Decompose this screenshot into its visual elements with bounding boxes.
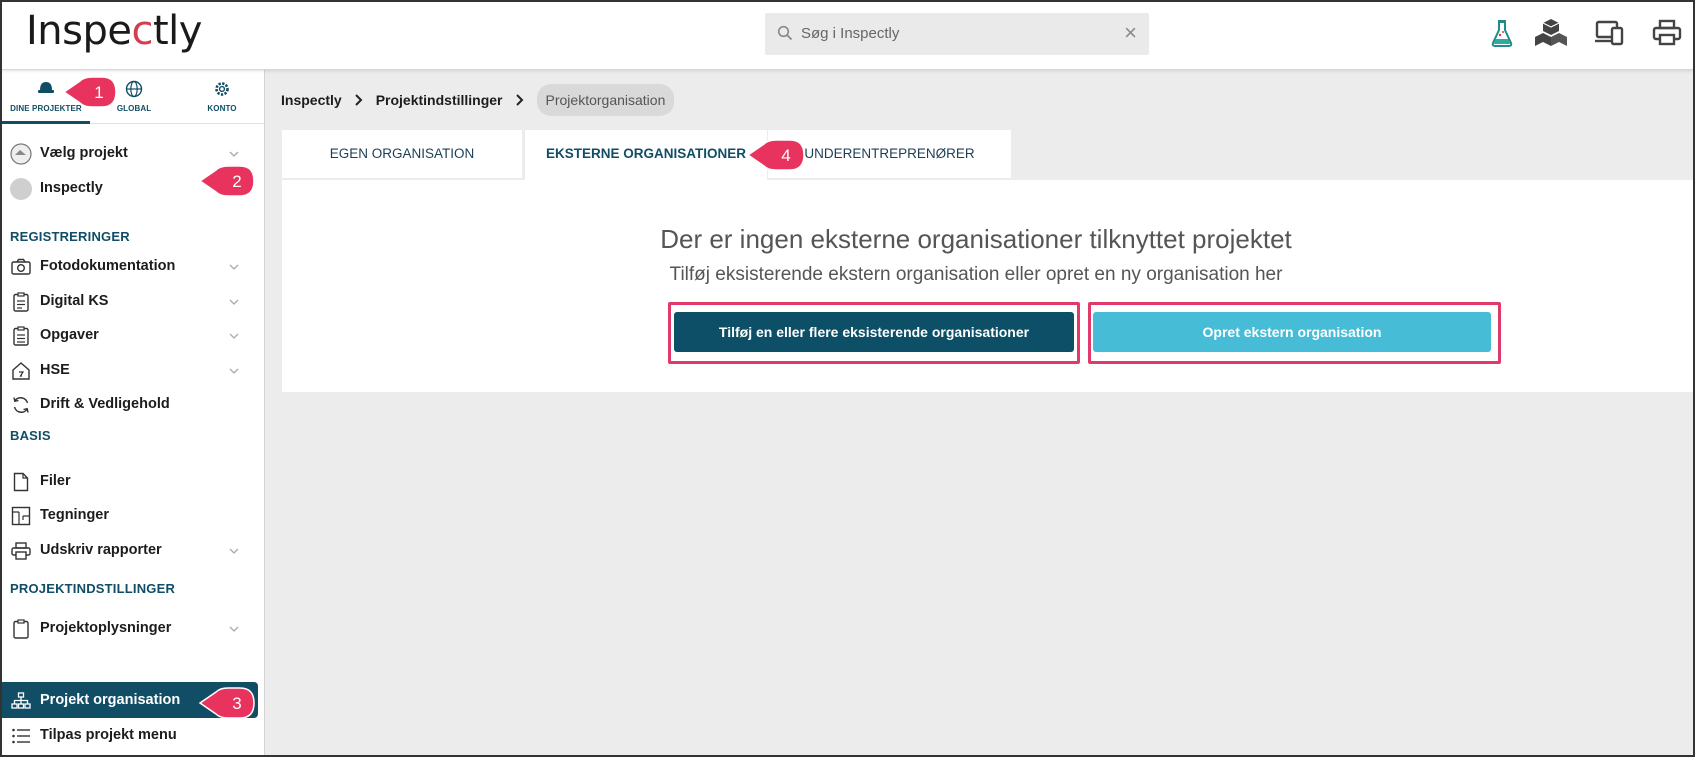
top-bar: Inspectly Søg i Inspectly × xyxy=(2,2,1693,70)
highlight-box xyxy=(1088,302,1501,364)
list-icon xyxy=(12,728,30,744)
breadcrumb: Inspectly Projektindstillinger Projektor… xyxy=(281,84,675,116)
file-icon xyxy=(13,472,29,492)
chevron-right-icon xyxy=(515,94,523,106)
chevron-right-icon xyxy=(354,94,363,106)
house-icon xyxy=(12,362,30,380)
chevron-down-icon xyxy=(229,333,239,339)
org-chart-icon xyxy=(11,692,31,709)
chevron-down-icon xyxy=(229,264,239,270)
printer-icon xyxy=(11,542,31,560)
section-basis: BASIS xyxy=(10,428,51,443)
chevron-down-icon xyxy=(229,626,239,632)
clear-icon[interactable]: × xyxy=(1124,22,1137,44)
boxes-icon[interactable] xyxy=(1534,16,1568,50)
tab-eksterne-organisationer[interactable]: EKSTERNE ORGANISATIONER xyxy=(525,130,767,181)
sidebar-item-tilpas-projekt-menu[interactable]: Tilpas projekt menu xyxy=(2,717,258,753)
sidebar-item-hse[interactable]: HSE xyxy=(2,352,258,388)
globe-icon xyxy=(125,80,143,98)
project-select-icon xyxy=(10,143,32,165)
search-box[interactable]: Søg i Inspectly × xyxy=(765,13,1149,55)
sidebar-item-projektoplysninger[interactable]: Projektoplysninger xyxy=(2,610,258,646)
search-icon xyxy=(777,25,793,41)
chevron-down-icon xyxy=(229,299,239,305)
helmet-icon xyxy=(38,82,54,93)
sidebar-item-drift-vedligehold[interactable]: Drift & Vedligehold xyxy=(2,386,258,422)
empty-state-subtitle: Tilføj eksisterende ekstern organisation… xyxy=(669,264,1283,285)
devices-icon[interactable] xyxy=(1593,16,1627,50)
callout-3: 3 xyxy=(198,687,255,719)
svg-text:3: 3 xyxy=(232,694,241,713)
flask-icon[interactable] xyxy=(1485,16,1519,50)
callout-2: 2 xyxy=(198,165,255,197)
empty-state-title: Der er ingen eksterne organisationer til… xyxy=(660,224,1292,254)
breadcrumb-inspectly[interactable]: Inspectly xyxy=(281,92,342,108)
section-projektindstillinger: PROJEKTINDSTILLINGER xyxy=(10,581,176,596)
app-logo[interactable]: Inspectly xyxy=(26,8,202,54)
clipboard-icon xyxy=(13,619,29,639)
callout-4: 4 xyxy=(746,139,805,171)
sidebar-item-udskriv-rapporter[interactable]: Udskriv rapporter xyxy=(2,532,258,568)
sidebar-item-opgaver[interactable]: Opgaver xyxy=(2,317,258,353)
breadcrumb-current: Projektorganisation xyxy=(536,84,675,116)
sidebar-item-fotodokumentation[interactable]: Fotodokumentation xyxy=(2,248,258,284)
avatar xyxy=(10,178,32,200)
printer-icon[interactable] xyxy=(1650,16,1684,50)
checklist-icon xyxy=(13,292,29,312)
highlight-box xyxy=(668,302,1080,364)
breadcrumb-projektindstillinger[interactable]: Projektindstillinger xyxy=(376,92,503,108)
sidebar-item-tegninger[interactable]: Tegninger xyxy=(2,497,258,533)
tab-egen-organisation[interactable]: EGEN ORGANISATION xyxy=(282,130,522,178)
svg-text:1: 1 xyxy=(94,83,103,102)
chevron-down-icon xyxy=(229,548,239,554)
drawing-icon xyxy=(11,506,31,526)
search-placeholder[interactable]: Søg i Inspectly xyxy=(801,25,899,42)
chevron-down-icon xyxy=(229,151,239,157)
camera-icon xyxy=(11,258,31,275)
callout-1: 1 xyxy=(62,76,117,108)
refresh-icon xyxy=(13,397,29,413)
sidebar-item-digital-ks[interactable]: Digital KS xyxy=(2,283,258,319)
sidebar-item-filer[interactable]: Filer xyxy=(2,463,258,499)
sidebar-tabs: DINE PROJEKTER GLOBAL KONTO xyxy=(2,70,264,124)
section-registreringer: REGISTRERINGER xyxy=(10,229,130,244)
clipboard-list-icon xyxy=(13,326,29,346)
app-window: Inspectly Søg i Inspectly × DINE PROJEKT… xyxy=(0,0,1695,757)
chevron-down-icon xyxy=(229,368,239,374)
svg-text:2: 2 xyxy=(232,172,241,191)
svg-text:4: 4 xyxy=(781,146,790,165)
tab-konto[interactable]: KONTO xyxy=(178,70,264,124)
gear-icon xyxy=(215,82,229,96)
